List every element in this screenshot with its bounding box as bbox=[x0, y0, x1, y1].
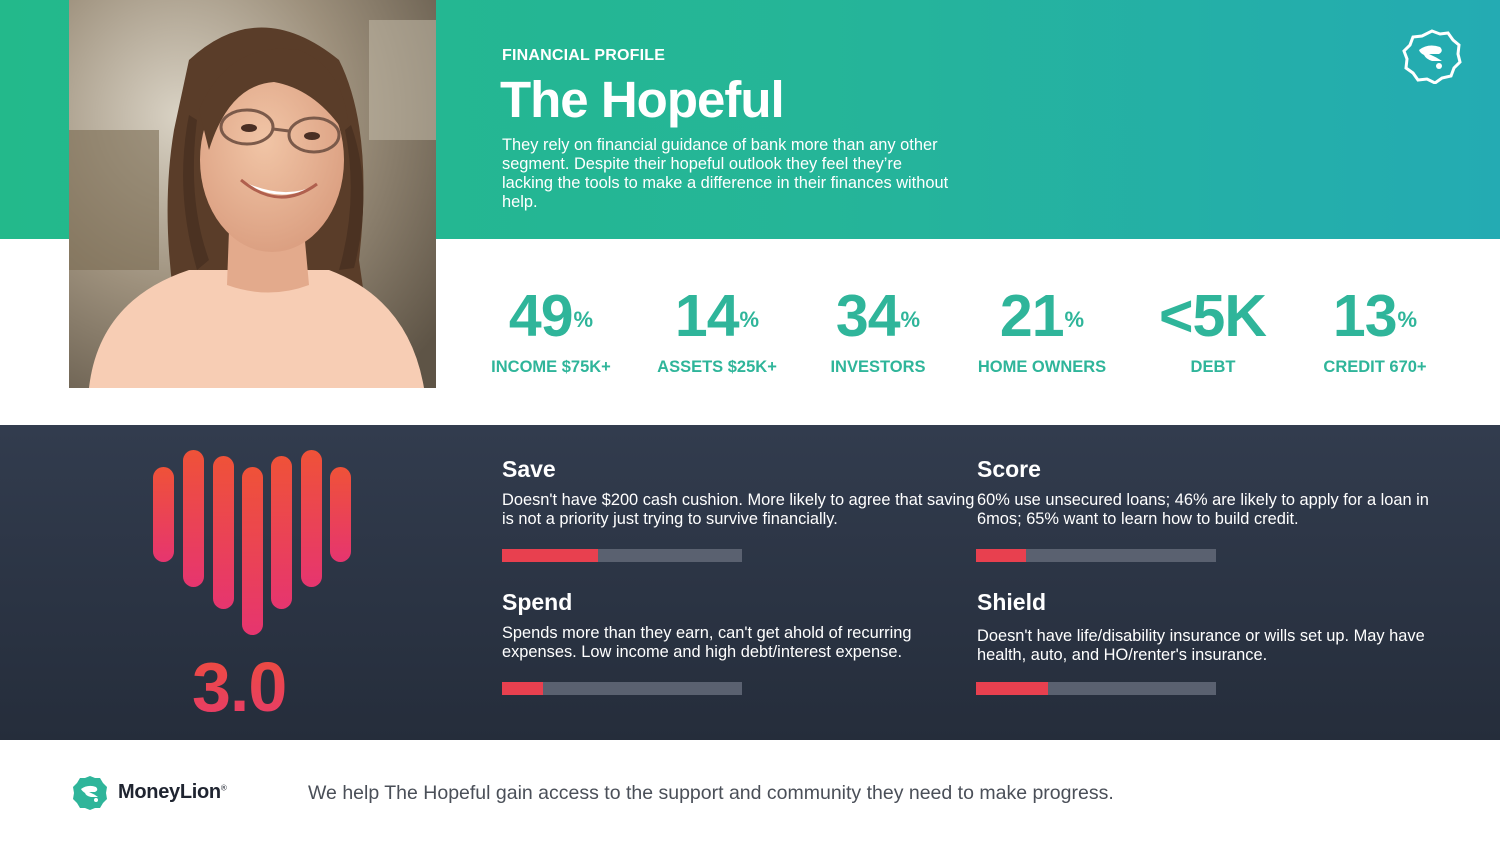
section-eyebrow: FINANCIAL PROFILE bbox=[502, 47, 666, 64]
category-text: Doesn't have life/disability insurance o… bbox=[977, 627, 1425, 664]
stat-value: 49% bbox=[508, 283, 594, 349]
footer-tagline: We help The Hopeful gain access to the s… bbox=[308, 782, 1114, 804]
stat-value: 14% bbox=[674, 283, 760, 349]
spend-progress-track bbox=[502, 682, 742, 695]
profile-photo bbox=[69, 0, 436, 388]
stat-investors: 34% INVESTORS bbox=[815, 282, 941, 377]
category-save: Save Doesn't have $200 cash cushion. Mor… bbox=[502, 455, 982, 529]
category-title: Shield bbox=[977, 589, 1047, 615]
stat-label: DEBT bbox=[1190, 358, 1236, 376]
stat-label: INCOME $75K+ bbox=[491, 358, 611, 376]
score-progress-fill bbox=[976, 549, 1027, 562]
category-title: Spend bbox=[502, 589, 573, 615]
profile-description: They rely on financial guidance of bank … bbox=[502, 136, 949, 211]
stat-assets: 14% ASSETS $25K+ bbox=[654, 282, 780, 377]
stat-label: INVESTORS bbox=[830, 358, 926, 376]
category-spend: Spend Spends more than they earn, can't … bbox=[502, 588, 982, 662]
stat-value: 21% bbox=[999, 283, 1085, 349]
category-text: Doesn't have $200 cash cushion. More lik… bbox=[502, 491, 975, 528]
category-title: Score bbox=[977, 456, 1041, 482]
stat-label: CREDIT 670+ bbox=[1323, 358, 1427, 376]
category-shield: Shield Doesn't have life/disability insu… bbox=[977, 588, 1457, 665]
moneylion-logo-icon bbox=[72, 775, 108, 811]
spend-progress-fill bbox=[502, 682, 543, 695]
stat-label: ASSETS $25K+ bbox=[657, 358, 777, 376]
stat-value: 13% bbox=[1332, 283, 1418, 349]
stat-value: 34% bbox=[835, 283, 921, 349]
footer-brand-name: MoneyLion® bbox=[118, 781, 227, 803]
stat-home-owners: 21% HOME OWNERS bbox=[972, 282, 1112, 377]
shield-progress-track bbox=[976, 682, 1216, 695]
score-progress-track bbox=[976, 549, 1216, 562]
category-title: Save bbox=[502, 456, 556, 482]
moneylion-badge-icon bbox=[1402, 28, 1462, 85]
category-text: 60% use unsecured loans; 46% are likely … bbox=[977, 491, 1429, 528]
stat-label: HOME OWNERS bbox=[977, 358, 1107, 376]
stat-income: 49% INCOME $75K+ bbox=[488, 282, 614, 377]
stat-value: <5K bbox=[1159, 283, 1267, 349]
category-score: Score 60% use unsecured loans; 46% are l… bbox=[977, 455, 1457, 529]
shield-progress-fill bbox=[976, 682, 1048, 695]
profile-title: The Hopeful bbox=[500, 71, 785, 128]
stat-credit: 13% CREDIT 670+ bbox=[1312, 282, 1438, 377]
health-score: 3.0 bbox=[192, 648, 287, 726]
save-progress-fill bbox=[502, 549, 598, 562]
health-heart-bars-icon bbox=[153, 450, 351, 635]
stat-debt: <5K DEBT bbox=[1150, 282, 1276, 377]
save-progress-track bbox=[502, 549, 742, 562]
category-text: Spends more than they earn, can't get ah… bbox=[502, 624, 912, 661]
